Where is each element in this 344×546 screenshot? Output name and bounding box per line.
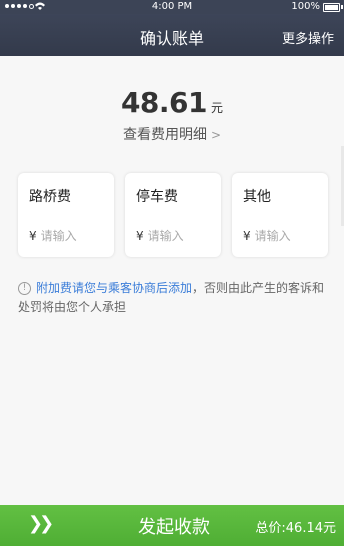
input-placeholder: 请输入 xyxy=(147,229,184,243)
battery-percent: 100% xyxy=(291,1,320,12)
status-bar: 4:00 PM 100% xyxy=(0,0,344,14)
more-actions-button[interactable]: 更多操作 xyxy=(282,28,334,47)
surcharge-notice-link[interactable]: 附加费请您与乘客协商后添加 xyxy=(36,281,192,295)
parking-fee-input[interactable]: ¥ 请输入 xyxy=(136,227,184,244)
input-placeholder: 请输入 xyxy=(254,229,291,243)
main-content: 48.61 元 查看费用明细 > 路桥费 ¥ 请输入 停车费 ¥ 请输入 其他 ¥ 请输入… xyxy=(0,56,344,505)
input-placeholder: 请输入 xyxy=(40,229,77,243)
fee-card-parking[interactable]: 停车费 ¥ 请输入 xyxy=(125,173,221,257)
currency-symbol: ¥ xyxy=(136,229,144,243)
fee-card-toll[interactable]: 路桥费 ¥ 请输入 xyxy=(18,173,114,257)
amount-unit: 元 xyxy=(211,101,224,115)
chevron-right-icon: > xyxy=(210,128,222,142)
fee-card-label: 路桥费 xyxy=(29,189,71,205)
double-chevron-right-icon: ❯❯ xyxy=(28,513,54,534)
toll-fee-input[interactable]: ¥ 请输入 xyxy=(29,227,77,244)
surcharge-notice: ! 附加费请您与乘客协商后添加，否则由此产生的客诉和处罚将由您个人承担 xyxy=(18,279,332,317)
currency-symbol: ¥ xyxy=(29,229,37,243)
total-price: 总价:46.14元 xyxy=(255,521,336,536)
fee-card-other[interactable]: 其他 ¥ 请输入 xyxy=(232,173,328,257)
fee-detail-link[interactable]: 查看费用明细 > xyxy=(0,124,344,144)
collect-payment-button[interactable]: 发起收款 xyxy=(138,513,210,539)
other-fee-input[interactable]: ¥ 请输入 xyxy=(243,227,291,244)
info-icon: ! xyxy=(18,282,31,295)
fee-card-label: 其他 xyxy=(243,189,271,205)
nav-bar: 确认账单 更多操作 xyxy=(0,14,344,56)
collect-payment-bar[interactable]: ❯❯ 发起收款 总价:46.14元 xyxy=(0,505,344,546)
total-amount: 48.61 元 xyxy=(0,86,344,119)
fee-card-label: 停车费 xyxy=(136,189,178,205)
battery-icon xyxy=(323,3,340,12)
fee-detail-label: 查看费用明细 xyxy=(122,127,207,143)
amount-value: 48.61 xyxy=(120,86,208,119)
battery-tip xyxy=(341,5,343,9)
currency-symbol: ¥ xyxy=(243,229,251,243)
